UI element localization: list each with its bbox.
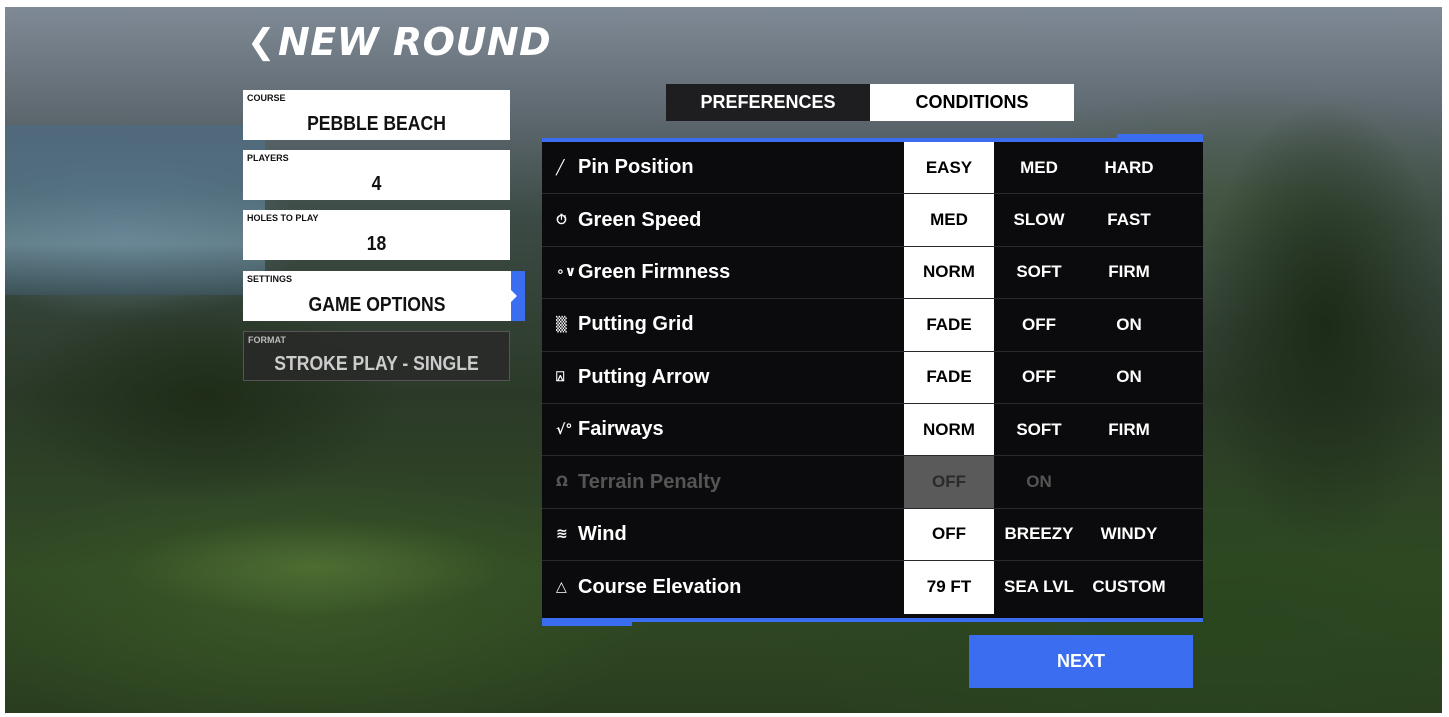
format-label: FORMAT bbox=[248, 335, 286, 345]
condition-row-terrain-penalty: Ω Terrain Penalty OFF ON bbox=[542, 456, 1203, 509]
holes-value: 18 bbox=[366, 233, 387, 255]
option-soft[interactable]: SOFT bbox=[994, 404, 1084, 455]
option-norm[interactable]: NORM bbox=[904, 403, 994, 456]
fairway-icon: √° bbox=[556, 421, 573, 438]
ocean-background bbox=[5, 125, 265, 295]
course-value: PEBBLE BEACH bbox=[307, 113, 446, 135]
players-label: PLAYERS bbox=[247, 153, 289, 163]
conditions-list: ╱ Pin Position EASY MED HARD ⏱ Green Speed… bbox=[542, 142, 1203, 618]
condition-name: Green Firmness bbox=[578, 260, 731, 283]
format-value: STROKE PLAY - SINGLE bbox=[274, 353, 479, 375]
terrain-icon: Ω bbox=[556, 474, 568, 491]
option-off[interactable]: OFF bbox=[994, 299, 1084, 350]
option-hard[interactable]: HARD bbox=[1084, 142, 1174, 193]
condition-row-green-firmness: ∘∨ Green Firmness NORM SOFT FIRM bbox=[542, 246, 1203, 300]
option-breezy[interactable]: BREEZY bbox=[994, 509, 1084, 560]
option-firm[interactable]: FIRM bbox=[1084, 247, 1174, 298]
condition-name: Putting Arrow bbox=[578, 365, 710, 388]
option-off[interactable]: OFF bbox=[904, 508, 994, 561]
holes-label: HOLES TO PLAY bbox=[247, 213, 319, 223]
settings-value: GAME OPTIONS bbox=[308, 294, 446, 316]
condition-label: ∘∨ Green Firmness bbox=[556, 247, 730, 298]
condition-row-fairways: √° Fairways NORM SOFT FIRM bbox=[542, 403, 1203, 457]
page-title: NEW ROUND bbox=[278, 20, 552, 64]
conditions-panel: ╱ Pin Position EASY MED HARD ⏱ Green Speed… bbox=[542, 134, 1203, 626]
condition-name: Course Elevation bbox=[578, 575, 742, 598]
settings-field[interactable]: SETTINGS GAME OPTIONS bbox=[243, 271, 525, 321]
format-field: FORMAT STROKE PLAY - SINGLE bbox=[243, 331, 510, 381]
flag-icon: ╱ bbox=[556, 159, 565, 176]
panel-accent-notch-bottom bbox=[542, 622, 632, 626]
option-fade[interactable]: FADE bbox=[904, 351, 994, 403]
option-firm[interactable]: FIRM bbox=[1084, 404, 1174, 455]
option-med[interactable]: MED bbox=[904, 194, 994, 246]
option-off: OFF bbox=[904, 456, 994, 508]
option-off[interactable]: OFF bbox=[994, 352, 1084, 403]
mountain-icon: △ bbox=[556, 579, 567, 596]
condition-label: ⍓ Putting Arrow bbox=[556, 352, 709, 403]
hillside-background bbox=[1205, 67, 1442, 587]
course-field[interactable]: COURSE PEBBLE BEACH bbox=[243, 90, 510, 140]
condition-row-putting-grid: ▒ Putting Grid FADE OFF ON bbox=[542, 299, 1203, 352]
condition-row-pin-position: ╱ Pin Position EASY MED HARD bbox=[542, 142, 1203, 195]
stopwatch-icon: ⏱ bbox=[556, 212, 567, 229]
condition-row-green-speed: ⏱ Green Speed MED SLOW FAST bbox=[542, 194, 1203, 247]
condition-name: Terrain Penalty bbox=[578, 470, 722, 493]
condition-row-course-elevation: △ Course Elevation 79 FT SEA LVL CUSTOM bbox=[542, 561, 1203, 614]
tab-conditions[interactable]: CONDITIONS bbox=[870, 84, 1074, 121]
condition-row-putting-arrow: ⍓ Putting Arrow FADE OFF ON bbox=[542, 351, 1203, 404]
course-label: COURSE bbox=[247, 93, 286, 103]
fairway-background bbox=[65, 507, 565, 627]
option-sea-lvl[interactable]: SEA LVL bbox=[994, 561, 1084, 613]
holes-field[interactable]: HOLES TO PLAY 18 bbox=[243, 210, 510, 260]
panel-bottom-border bbox=[542, 618, 1203, 622]
settings-selected-indicator bbox=[510, 271, 525, 321]
option-79-ft[interactable]: 79 FT bbox=[904, 561, 994, 614]
option-on[interactable]: ON bbox=[1084, 299, 1174, 350]
option-slow[interactable]: SLOW bbox=[994, 194, 1084, 245]
option-custom[interactable]: CUSTOM bbox=[1084, 561, 1174, 613]
condition-label: √° Fairways bbox=[556, 404, 664, 455]
tab-preferences[interactable]: PREFERENCES bbox=[666, 84, 870, 121]
condition-name: Wind bbox=[578, 522, 627, 545]
condition-name: Pin Position bbox=[578, 156, 694, 179]
condition-label: ≋ Wind bbox=[556, 509, 627, 560]
players-field[interactable]: PLAYERS 4 bbox=[243, 150, 510, 200]
wind-icon: ≋ bbox=[556, 526, 568, 543]
condition-name: Fairways bbox=[578, 418, 664, 441]
condition-name: Green Speed bbox=[578, 208, 702, 231]
condition-label: ▒ Putting Grid bbox=[556, 299, 694, 350]
settings-tabs: PREFERENCES CONDITIONS bbox=[666, 84, 1074, 121]
condition-label: ⏱ Green Speed bbox=[556, 194, 701, 245]
players-value: 4 bbox=[371, 173, 382, 195]
next-button[interactable]: NEXT bbox=[969, 635, 1193, 688]
option-fade[interactable]: FADE bbox=[904, 299, 994, 351]
condition-name: Putting Grid bbox=[578, 313, 694, 336]
option-norm[interactable]: NORM bbox=[904, 246, 994, 299]
condition-label: Ω Terrain Penalty bbox=[556, 456, 721, 507]
option-fast[interactable]: FAST bbox=[1084, 194, 1174, 245]
option-on: ON bbox=[1026, 472, 1052, 492]
option-on[interactable]: ON bbox=[1084, 352, 1174, 403]
putting-arrow-icon: ⍓ bbox=[556, 369, 565, 386]
condition-label: ╱ Pin Position bbox=[556, 142, 694, 193]
option-med[interactable]: MED bbox=[994, 142, 1084, 193]
grid-icon: ▒ bbox=[556, 316, 567, 333]
option-soft[interactable]: SOFT bbox=[994, 247, 1084, 298]
option-windy[interactable]: WINDY bbox=[1084, 509, 1174, 560]
chevron-left-icon: ❮ bbox=[247, 22, 276, 62]
firmness-icon: ∘∨ bbox=[556, 264, 577, 281]
condition-label: △ Course Elevation bbox=[556, 561, 741, 613]
option-easy[interactable]: EASY bbox=[904, 142, 994, 194]
condition-row-wind: ≋ Wind OFF BREEZY WINDY bbox=[542, 508, 1203, 562]
back-title-button[interactable]: ❮ NEW ROUND bbox=[247, 20, 551, 64]
settings-label: SETTINGS bbox=[247, 274, 293, 284]
